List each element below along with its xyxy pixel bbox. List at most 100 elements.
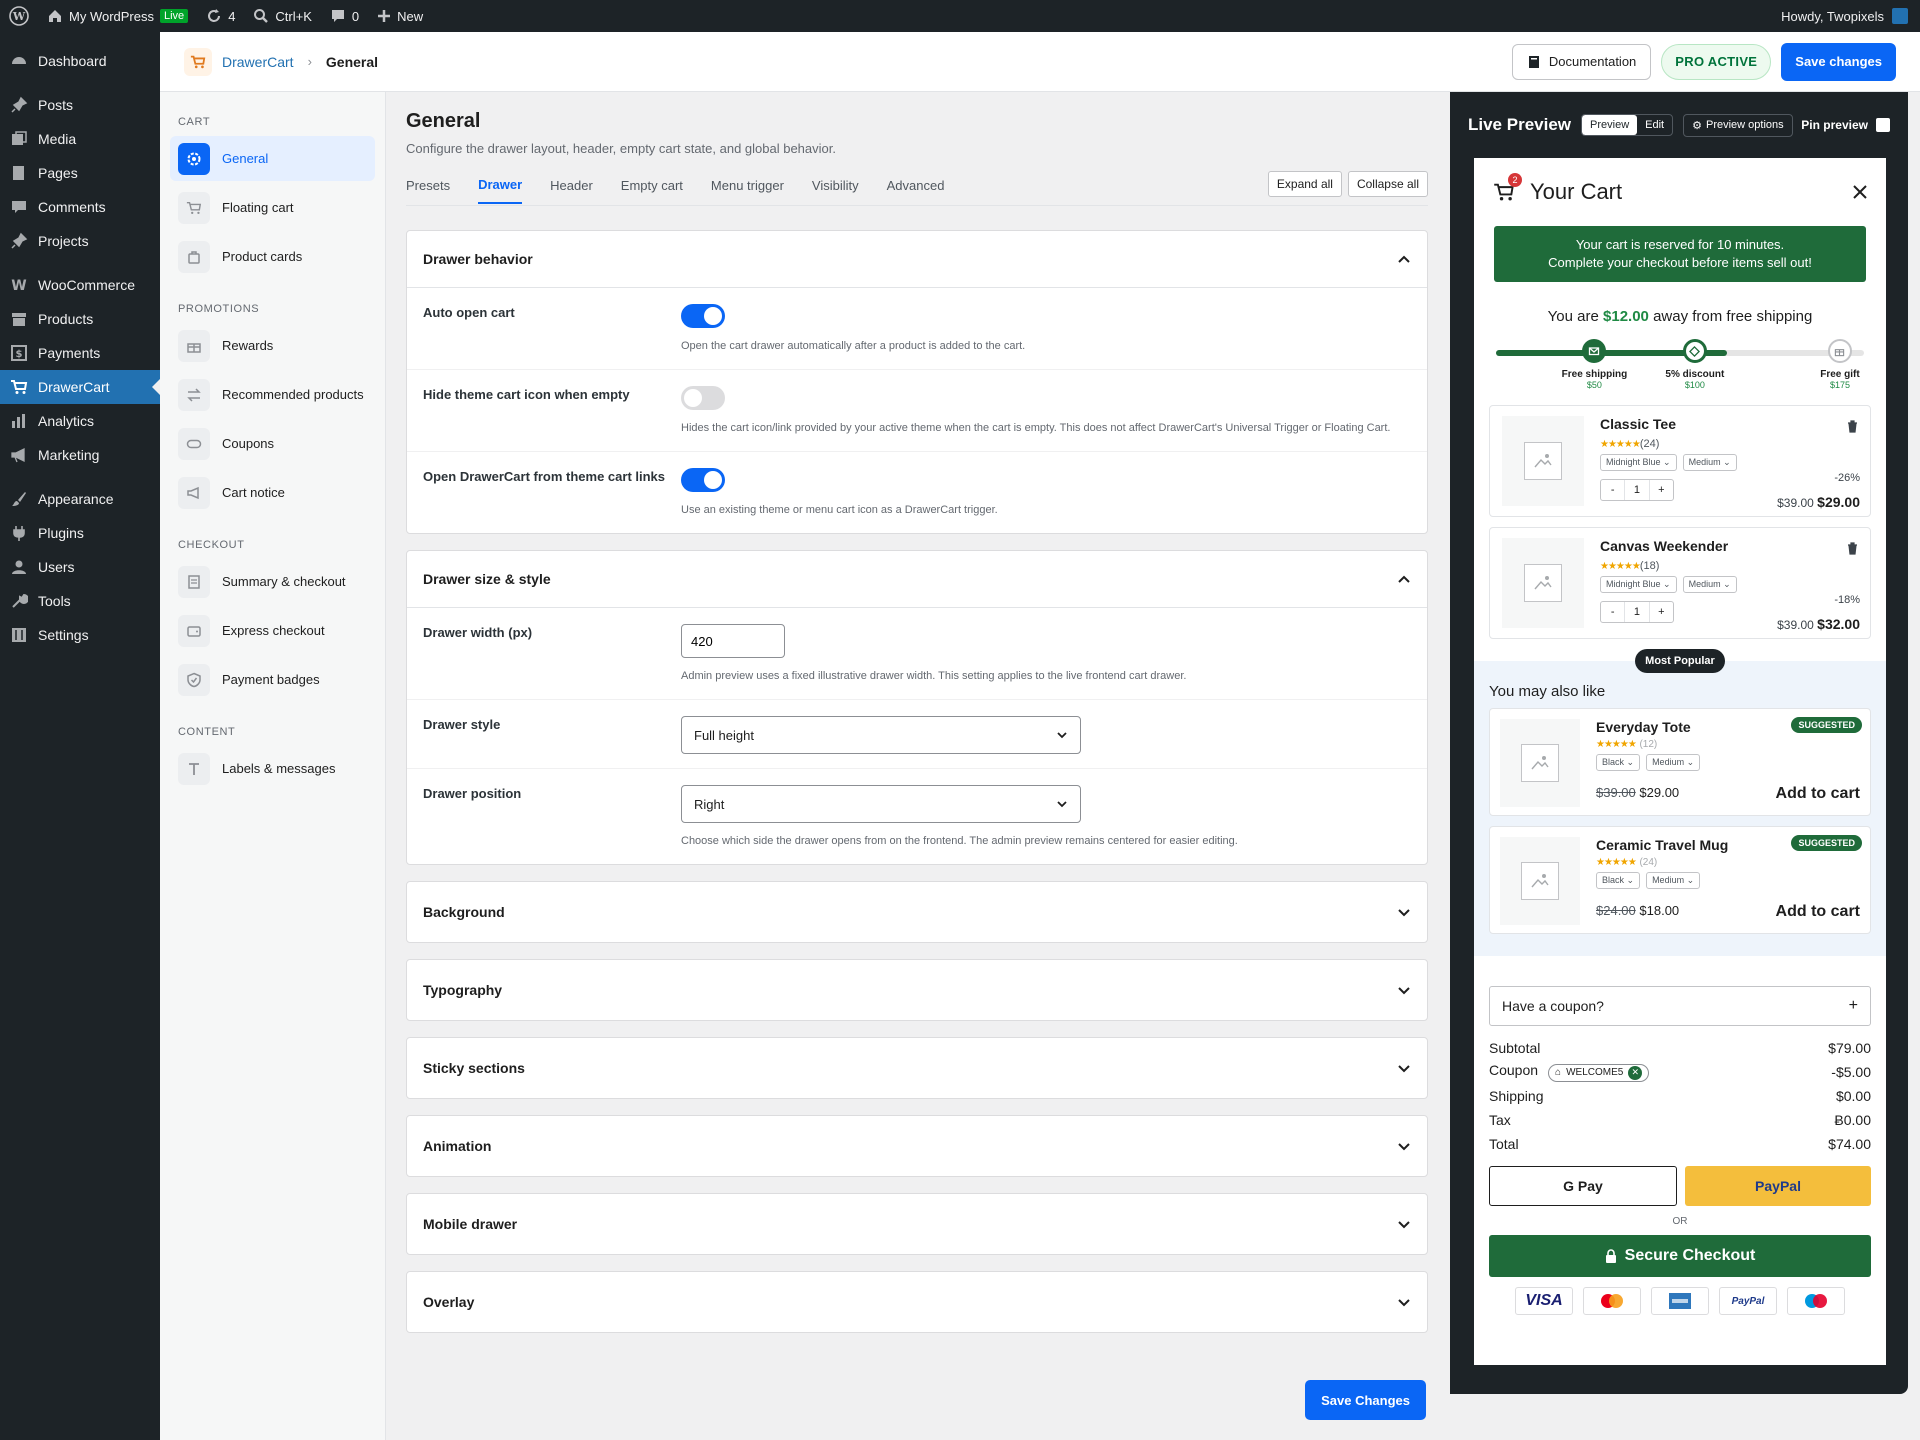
tab-header[interactable]: Header [550,178,593,203]
sidebar-item-tools[interactable]: Tools [0,584,160,618]
size-variant-select[interactable]: Medium ⌄ [1682,576,1737,593]
coupon-toggle[interactable]: Have a coupon? + [1489,986,1871,1026]
decrease-button[interactable]: - [1601,602,1624,622]
site-name-link[interactable]: My WordPress Live [38,0,197,32]
subnav-item-cart-notice[interactable]: Cart notice [170,470,375,515]
color-variant-select[interactable]: Midnight Blue ⌄ [1600,454,1677,471]
wp-logo-button[interactable]: W [0,0,38,32]
sidebar-item-media[interactable]: Media [0,122,160,156]
subnav-item-summary-checkout[interactable]: Summary & checkout [170,559,375,604]
add-to-cart-button[interactable]: Add to cart [1776,903,1860,921]
new-content-link[interactable]: New [368,0,432,32]
sidebar-item-appearance[interactable]: Appearance [0,482,160,516]
section-mobile-drawer[interactable]: Mobile drawer [406,1193,1428,1255]
open-from-theme-links-toggle[interactable] [681,468,725,492]
tab-presets[interactable]: Presets [406,178,450,203]
subnav-item-product-cards[interactable]: Product cards [170,234,375,279]
command-search[interactable]: Ctrl+K [244,0,320,32]
color-variant-select[interactable]: Midnight Blue ⌄ [1600,576,1677,593]
subnav-item-recommended-products[interactable]: Recommended products [170,372,375,417]
section-animation[interactable]: Animation [406,1115,1428,1177]
drawer-style-select[interactable]: Full height [681,716,1081,754]
trash-icon[interactable] [1847,542,1858,555]
pin-preview-control[interactable]: Pin preview [1801,118,1890,132]
subnav-item-labels-messages[interactable]: Labels & messages [170,746,375,791]
product-name[interactable]: Classic Tee [1600,416,1860,432]
size-variant-select[interactable]: Medium ⌄ [1682,454,1737,471]
size-variant-select[interactable]: Medium ⌄ [1646,872,1701,889]
pin-preview-checkbox[interactable] [1876,118,1890,132]
secure-checkout-button[interactable]: Secure Checkout [1489,1235,1871,1277]
collapse-all-button[interactable]: Collapse all [1347,170,1428,197]
sidebar-item-users[interactable]: Users [0,550,160,584]
section-title: Animation [423,1138,492,1154]
section-background[interactable]: Background [406,881,1428,943]
increase-button[interactable]: + [1650,480,1673,500]
quantity-value[interactable]: 1 [1624,480,1650,500]
section-sticky-sections[interactable]: Sticky sections [406,1037,1428,1099]
rating-stars: ★★★★★ [1600,439,1641,450]
chevron-up-icon [1398,255,1410,263]
sidebar-item-products[interactable]: Products [0,302,160,336]
sidebar-item-dashboard[interactable]: Dashboard [0,44,160,78]
sidebar-item-marketing[interactable]: Marketing [0,438,160,472]
color-variant-select[interactable]: Black ⌄ [1596,754,1641,771]
dashboard-icon [10,52,28,70]
save-changes-bottom-button[interactable]: Save Changes [1305,1380,1426,1420]
trash-icon[interactable] [1847,420,1858,433]
review-count: (24) [1639,438,1660,450]
sidebar-item-projects[interactable]: Projects [0,224,160,258]
tab-visibility[interactable]: Visibility [812,178,859,203]
product-name[interactable]: Canvas Weekender [1600,538,1860,554]
close-icon[interactable] [1852,184,1868,200]
section-typography[interactable]: Typography [406,959,1428,1021]
auto-open-toggle[interactable] [681,304,725,328]
color-variant-select[interactable]: Black ⌄ [1596,872,1641,889]
sidebar-item-analytics[interactable]: Analytics [0,404,160,438]
size-variant-select[interactable]: Medium ⌄ [1646,754,1701,771]
section-overlay[interactable]: Overlay [406,1271,1428,1333]
save-changes-button[interactable]: Save changes [1781,42,1896,81]
hide-cart-icon-toggle[interactable] [681,386,725,410]
remove-coupon-button[interactable]: ✕ [1628,1065,1643,1080]
preview-mode-button[interactable]: Preview [1582,115,1638,135]
drawer-width-input[interactable] [681,624,785,658]
section-header[interactable]: Drawer behavior [407,231,1427,287]
breadcrumb-root-link[interactable]: DrawerCart [222,54,294,70]
documentation-button[interactable]: Documentation [1511,43,1652,80]
sidebar-item-settings[interactable]: Settings [0,618,160,652]
account-menu[interactable]: Howdy, Twopixels [1781,8,1920,24]
sidebar-item-pages[interactable]: Pages [0,156,160,190]
add-to-cart-button[interactable]: Add to cart [1776,785,1860,803]
chevron-down-icon [1398,1065,1410,1073]
tab-drawer[interactable]: Drawer [478,177,523,204]
sidebar-item-woocommerce[interactable]: W WooCommerce [0,268,160,302]
tab-empty-cart[interactable]: Empty cart [621,178,683,203]
edit-mode-button[interactable]: Edit [1637,115,1672,135]
subnav-item-floating-cart[interactable]: Floating cart [170,185,375,230]
subnav-item-rewards[interactable]: Rewards [170,323,375,368]
decrease-button[interactable]: - [1601,480,1624,500]
subnav-item-payment-badges[interactable]: Payment badges [170,657,375,702]
expand-all-button[interactable]: Expand all [1267,170,1342,197]
drawer-position-select[interactable]: Right [681,785,1081,823]
sidebar-item-comments[interactable]: Comments [0,190,160,224]
quantity-value[interactable]: 1 [1624,602,1650,622]
paypal-button[interactable]: PayPal [1685,1166,1871,1206]
subnav-item-general[interactable]: General [170,136,375,181]
sidebar-item-drawercart[interactable]: DrawerCart [0,370,160,404]
sidebar-item-plugins[interactable]: Plugins [0,516,160,550]
google-pay-button[interactable]: G Pay [1489,1166,1677,1206]
subnav-item-express-checkout[interactable]: Express checkout [170,608,375,653]
preview-options-button[interactable]: ⚙ Preview options [1683,113,1793,137]
section-header[interactable]: Drawer size & style [407,551,1427,607]
updates-link[interactable]: 4 [197,0,244,32]
subnav-item-coupons[interactable]: Coupons [170,421,375,466]
comments-count: 0 [351,8,360,24]
comments-link[interactable]: 0 [321,0,368,32]
sidebar-item-payments[interactable]: $ Payments [0,336,160,370]
tab-menu-trigger[interactable]: Menu trigger [711,178,784,203]
tab-advanced[interactable]: Advanced [887,178,945,203]
increase-button[interactable]: + [1650,602,1673,622]
sidebar-item-posts[interactable]: Posts [0,88,160,122]
